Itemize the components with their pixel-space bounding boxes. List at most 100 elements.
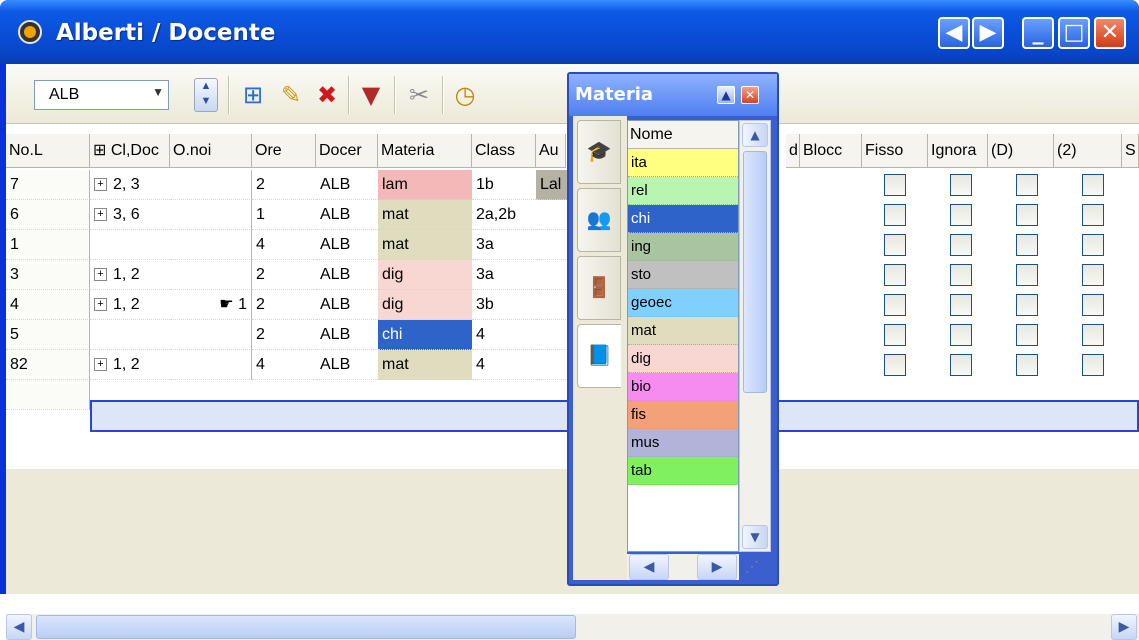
d-checkbox[interactable] — [1016, 174, 1038, 196]
scroll-down-button[interactable]: ▼ — [742, 525, 768, 549]
ore-cell[interactable]: 4 — [252, 230, 316, 260]
cldoc-cell[interactable] — [90, 320, 170, 350]
d-checkbox[interactable] — [1016, 264, 1038, 286]
tools-icon[interactable]: ✂ — [404, 80, 434, 110]
filter-icon[interactable]: ▼ — [356, 80, 386, 110]
subject-item[interactable]: geoec — [628, 289, 738, 317]
expand-icon[interactable]: + — [94, 178, 107, 192]
new-row[interactable] — [6, 380, 90, 410]
list-header[interactable]: Nome — [628, 121, 738, 149]
row-number[interactable]: 7 — [6, 170, 90, 200]
row-number[interactable]: 3 — [6, 260, 90, 290]
expand-icon[interactable]: + — [94, 298, 107, 312]
two-checkbox[interactable] — [1082, 294, 1104, 316]
materia-cell[interactable]: mat — [378, 350, 472, 380]
class-cell[interactable]: 3b — [472, 290, 536, 320]
subject-item[interactable]: mus — [628, 429, 738, 457]
col-au-header[interactable]: Au — [536, 134, 566, 168]
subject-item[interactable]: mat — [628, 317, 738, 345]
row-number[interactable]: 6 — [6, 200, 90, 230]
d-checkbox[interactable] — [1016, 354, 1038, 376]
d-checkbox[interactable] — [1016, 324, 1038, 346]
subject-item[interactable]: rel — [628, 177, 738, 205]
view-grid-icon[interactable]: ⊞ — [238, 80, 268, 110]
col-ignora-header[interactable]: Ignora — [928, 134, 988, 168]
clock-icon[interactable]: ◷ — [450, 80, 480, 110]
maximize-button[interactable]: □ — [1058, 17, 1090, 49]
ore-cell[interactable]: 2 — [252, 170, 316, 200]
resize-grip-icon[interactable]: ⋰ — [745, 558, 759, 575]
row-number[interactable]: 5 — [6, 320, 90, 350]
two-checkbox[interactable] — [1082, 354, 1104, 376]
docente-cell[interactable]: ALB — [316, 200, 378, 230]
row-number[interactable]: 82 — [6, 350, 90, 380]
d-checkbox[interactable] — [1016, 294, 1038, 316]
class-cell[interactable]: 1b — [472, 170, 536, 200]
materia-cell[interactable]: mat — [378, 230, 472, 260]
col-s-header[interactable]: S — [1122, 134, 1139, 168]
subject-item[interactable]: tab — [628, 457, 738, 485]
vertical-scrollbar[interactable]: ▲ ▼ — [739, 120, 771, 552]
onoi-cell[interactable] — [170, 320, 252, 350]
ignora-checkbox[interactable] — [950, 324, 972, 346]
cldoc-cell[interactable] — [90, 230, 170, 260]
onoi-cell[interactable] — [170, 260, 252, 290]
chevron-down-icon[interactable]: ▼ — [152, 85, 164, 99]
title-bar[interactable]: Alberti / Docente ◀ ▶ _ □ ✕ — [0, 0, 1139, 64]
row-number[interactable]: 1 — [6, 230, 90, 260]
onoi-cell[interactable] — [170, 350, 252, 380]
ignora-checkbox[interactable] — [950, 204, 972, 226]
col-nol-header[interactable]: No.L — [6, 134, 90, 168]
ignora-checkbox[interactable] — [950, 174, 972, 196]
fisso-checkbox[interactable] — [884, 294, 906, 316]
col-ore-header[interactable]: Ore — [252, 134, 316, 168]
col-class-header[interactable]: Class — [472, 134, 536, 168]
col-onoi-header[interactable]: O.noi — [170, 134, 252, 168]
class-cell[interactable]: 3a — [472, 230, 536, 260]
docente-cell[interactable]: ALB — [316, 320, 378, 350]
two-checkbox[interactable] — [1082, 174, 1104, 196]
fisso-checkbox[interactable] — [884, 234, 906, 256]
row-number[interactable]: 4 — [6, 290, 90, 320]
ore-cell[interactable]: 4 — [252, 350, 316, 380]
panel-scroll-left-button[interactable]: ◀ — [629, 554, 669, 580]
ignora-checkbox[interactable] — [950, 234, 972, 256]
scroll-up-button[interactable]: ▲ — [742, 123, 768, 147]
two-checkbox[interactable] — [1082, 234, 1104, 256]
expand-icon[interactable]: + — [94, 268, 107, 282]
subject-item[interactable]: dig — [628, 345, 738, 373]
materia-cell[interactable]: dig — [378, 260, 472, 290]
fisso-checkbox[interactable] — [884, 324, 906, 346]
cldoc-cell[interactable]: +1, 2 — [90, 260, 170, 290]
docente-cell[interactable]: ALB — [316, 170, 378, 200]
cldoc-cell[interactable]: +3, 6 — [90, 200, 170, 230]
ore-cell[interactable]: 2 — [252, 320, 316, 350]
panel-close-button[interactable]: ✕ — [741, 86, 759, 104]
previous-button[interactable]: ◀ — [938, 17, 970, 49]
ore-cell[interactable]: 2 — [252, 260, 316, 290]
tab-graduation-cap-icon[interactable]: 🎓 — [577, 120, 621, 184]
onoi-cell[interactable] — [170, 170, 252, 200]
expand-icon[interactable]: + — [94, 208, 107, 222]
class-cell[interactable]: 4 — [472, 350, 536, 380]
scroll-left-button[interactable]: ◀ — [6, 614, 32, 640]
d-checkbox[interactable] — [1016, 204, 1038, 226]
vertical-scroll-thumb[interactable] — [743, 151, 767, 393]
col-d-header[interactable]: d — [786, 134, 800, 168]
ignora-checkbox[interactable] — [950, 294, 972, 316]
panel-scroll-right-button[interactable]: ▶ — [697, 554, 737, 580]
fisso-checkbox[interactable] — [884, 264, 906, 286]
horizontal-scrollbar[interactable]: ◀ ▶ — [6, 614, 1139, 640]
next-button[interactable]: ▶ — [972, 17, 1004, 49]
col-2-header[interactable]: (2) — [1054, 134, 1122, 168]
subject-item[interactable]: bio — [628, 373, 738, 401]
ore-cell[interactable]: 1 — [252, 200, 316, 230]
new-icon[interactable]: ✎ — [276, 80, 306, 110]
fisso-checkbox[interactable] — [884, 354, 906, 376]
col-d2-header[interactable]: (D) — [988, 134, 1054, 168]
materia-cell[interactable]: dig — [378, 290, 472, 320]
subject-item[interactable]: chi — [628, 205, 738, 233]
scroll-thumb[interactable] — [36, 615, 576, 639]
spin-button[interactable]: ▲ ▼ — [194, 78, 218, 112]
delete-icon[interactable]: ✖ — [312, 80, 342, 110]
